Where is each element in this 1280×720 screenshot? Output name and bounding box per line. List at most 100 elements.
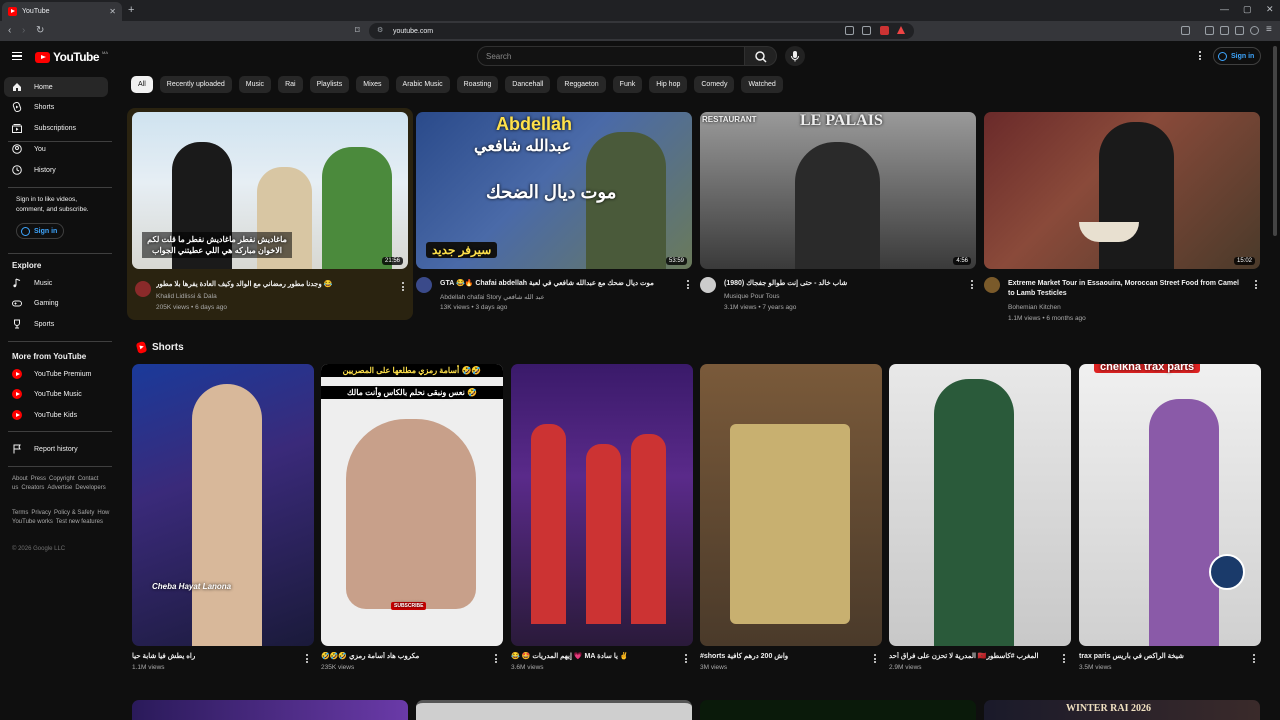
short-title[interactable]: المدرية لا تحزن على فراق أحد 🇲🇦المغرب #ك… — [889, 652, 1054, 662]
footer-link[interactable]: Terms — [12, 510, 28, 516]
footer-link[interactable]: Privacy — [31, 510, 51, 516]
chip-hip-hop[interactable]: Hip hop — [649, 76, 688, 93]
short-thumbnail[interactable] — [511, 364, 693, 646]
short-title[interactable]: #shorts واش 200 درهم كافية — [700, 652, 865, 662]
video-thumbnail[interactable]: LE PALAIS RESTAURANT 4:56 — [700, 112, 976, 269]
channel-avatar[interactable] — [135, 281, 151, 297]
chip-music[interactable]: Music — [238, 76, 272, 93]
sidebar-item-youtube-kids[interactable]: YouTube Kids — [4, 405, 108, 425]
address-bar[interactable]: ⚙ youtube.com — [369, 23, 914, 39]
cast-icon[interactable] — [845, 26, 854, 35]
sidebar-item-report-history[interactable]: Report history — [4, 439, 108, 459]
video-thumbnail[interactable]: 15:02 — [984, 112, 1260, 269]
leo-icon[interactable] — [1235, 26, 1244, 35]
sidebar-item-history[interactable]: History — [4, 160, 108, 180]
settings-menu-icon[interactable] — [1199, 51, 1202, 61]
rewards-icon[interactable] — [897, 26, 905, 34]
channel-name[interactable]: Abdellah chafai Story عبد الله شافعي — [440, 293, 545, 301]
youtube-logo[interactable]: YouTube MA — [35, 50, 108, 64]
sign-in-button[interactable]: Sign in — [1213, 47, 1262, 65]
forward-icon[interactable]: › — [22, 25, 25, 36]
short-action-menu-icon[interactable] — [685, 654, 688, 665]
sidebar-item-youtube-premium[interactable]: YouTube Premium — [4, 364, 108, 384]
short-action-menu-icon[interactable] — [874, 654, 877, 665]
sidebar-item-gaming[interactable]: Gaming — [4, 293, 108, 313]
new-tab-icon[interactable]: + — [128, 4, 134, 16]
short-thumbnail[interactable] — [700, 364, 882, 646]
maximize-icon[interactable]: ▢ — [1243, 4, 1252, 15]
page-scrollbar[interactable] — [1273, 46, 1277, 236]
video-title[interactable]: GTA 😂🔥 Chafai abdellah موت ديال ضحك مع ع… — [440, 279, 672, 289]
back-icon[interactable]: ‹ — [8, 25, 11, 36]
guide-menu-icon[interactable] — [12, 52, 22, 60]
short-title[interactable]: 😂 🤩 إيهم المدريات 💗 MA يا سادة ✌ — [511, 652, 676, 662]
sidebar-item-music[interactable]: Music — [4, 273, 108, 293]
video-thumbnail[interactable] — [416, 700, 692, 720]
short-thumbnail[interactable]: أسامة رمزي مطلعها على المصريين 🤣🤣 نعس ون… — [321, 364, 503, 646]
sidebar-item-subscriptions[interactable]: Subscriptions — [4, 118, 108, 138]
short-thumbnail[interactable]: Cheba Hayat Lanona — [132, 364, 314, 646]
short-action-menu-icon[interactable] — [1063, 654, 1066, 665]
brave-shield-icon[interactable] — [880, 26, 889, 35]
short-title[interactable]: trax paris شيخة الراكص في باريس — [1079, 652, 1244, 662]
footer-link[interactable]: Advertise — [47, 485, 72, 491]
short-thumbnail[interactable] — [889, 364, 1071, 646]
video-action-menu-icon[interactable] — [971, 280, 974, 291]
video-title[interactable]: (1980) شاب خالد - حتى إنت طوالو جفجاك — [724, 279, 956, 289]
chip-playlists[interactable]: Playlists — [309, 76, 350, 93]
chip-watched[interactable]: Watched — [741, 76, 783, 93]
video-thumbnail[interactable]: Abdellah عبدالله شافعي موت ديال الضحك سي… — [416, 112, 692, 269]
chip-reggaeton[interactable]: Reggaeton — [557, 76, 606, 93]
share-icon[interactable] — [862, 26, 871, 35]
channel-name[interactable]: Bohemian Kitchen — [1008, 304, 1061, 311]
chip-roasting[interactable]: Roasting — [456, 76, 499, 93]
footer-link[interactable]: About — [12, 476, 28, 482]
sidebar-toggle-icon[interactable] — [1181, 26, 1190, 35]
video-title[interactable]: وجدنا مطور رمضاني مع الوالد وكيف العادة … — [156, 280, 396, 290]
video-thumbnail[interactable] — [700, 700, 976, 720]
sidebar-item-shorts[interactable]: Shorts — [4, 97, 108, 117]
reload-icon[interactable]: ↻ — [36, 25, 44, 36]
channel-avatar[interactable] — [416, 277, 432, 293]
browser-tab[interactable]: YouTube ✕ — [2, 2, 122, 21]
sidebar-sign-in-button[interactable]: Sign in — [16, 223, 65, 239]
browser-menu-icon[interactable]: ≡ — [1266, 24, 1272, 35]
video-thumbnail[interactable]: ماغاديش نفطر ماغاديش نفطر ما قلت لكم الا… — [132, 112, 408, 269]
chip-all[interactable]: All — [131, 76, 153, 93]
footer-link[interactable]: Developers — [75, 485, 105, 491]
chip-dancehall[interactable]: Dancehall — [505, 76, 551, 93]
footer-link[interactable]: Press — [31, 476, 46, 482]
video-card[interactable]: Abdellah عبدالله شافعي موت ديال الضحك سي… — [416, 112, 692, 320]
footer-link[interactable]: Policy & Safety — [54, 510, 94, 516]
chip-recently-uploaded[interactable]: Recently uploaded — [159, 76, 232, 93]
short-action-menu-icon[interactable] — [1253, 654, 1256, 665]
chip-funk[interactable]: Funk — [612, 76, 643, 93]
sidebar-item-sports[interactable]: Sports — [4, 314, 108, 334]
chip-rai[interactable]: Rai — [278, 76, 303, 93]
channel-avatar[interactable] — [984, 277, 1000, 293]
video-card[interactable]: 15:02 Extreme Market Tour in Essaouira, … — [984, 112, 1260, 324]
video-title[interactable]: Extreme Market Tour in Essaouira, Morocc… — [1008, 279, 1240, 299]
bookmark-icon[interactable]: ⌑ — [355, 25, 360, 36]
short-thumbnail[interactable]: cheikha trax parts — [1079, 364, 1261, 646]
video-thumbnail[interactable]: WINTER RAI 2026 — [984, 700, 1260, 720]
wallet-icon[interactable] — [1220, 26, 1229, 35]
voice-search-button[interactable] — [785, 46, 805, 66]
sidebar-item-home[interactable]: Home — [4, 77, 108, 97]
short-title[interactable]: 🤣🤣🤣 مكروب هاد أسامة رمزي — [321, 652, 486, 662]
channel-avatar[interactable] — [700, 277, 716, 293]
short-card[interactable]: 😂 🤩 إيهم المدريات 💗 MA يا سادة ✌ 3.6M vi… — [511, 364, 693, 674]
footer-link[interactable]: Copyright — [49, 476, 75, 482]
short-card[interactable]: cheikha trax parts trax paris شيخة الراك… — [1079, 364, 1261, 674]
site-info-icon[interactable]: ⚙ — [377, 26, 383, 34]
video-thumbnail[interactable] — [132, 700, 408, 720]
footer-link[interactable]: Creators — [21, 485, 44, 491]
channel-name[interactable]: Musique Pour Tous — [724, 293, 780, 300]
extensions-icon[interactable] — [1205, 26, 1214, 35]
short-card[interactable]: #shorts واش 200 درهم كافية 3M views — [700, 364, 882, 674]
sidebar-item-you[interactable]: You — [4, 139, 108, 159]
short-card[interactable]: Cheba Hayat Lanona راه يطش فيا شابة حيا … — [132, 364, 314, 674]
video-card[interactable]: LE PALAIS RESTAURANT 4:56 (1980) شاب خال… — [700, 112, 976, 320]
search-input[interactable]: Search — [477, 46, 745, 66]
chip-comedy[interactable]: Comedy — [694, 76, 735, 93]
